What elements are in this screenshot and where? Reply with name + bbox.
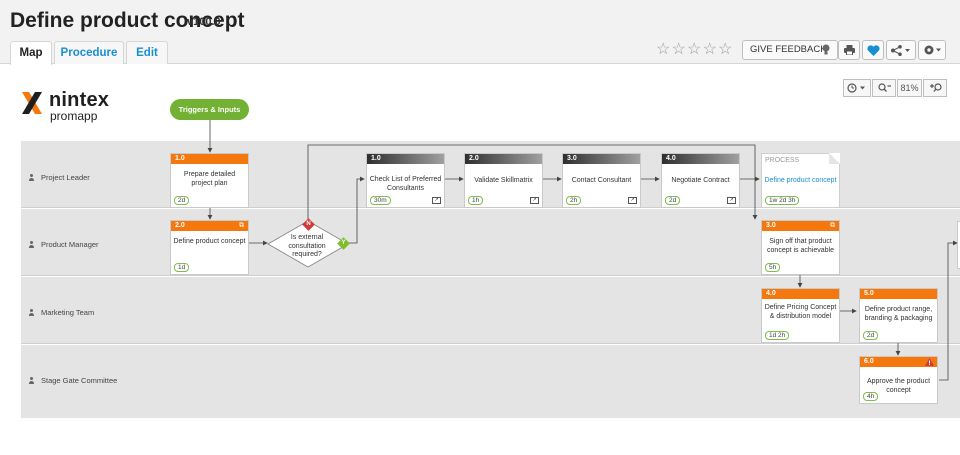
- duration-badge: 2d: [863, 331, 879, 340]
- settings-button[interactable]: [918, 40, 946, 60]
- lightbulb-icon: [822, 44, 830, 55]
- triggers-inputs-button[interactable]: Triggers & Inputs: [170, 99, 249, 120]
- activity-number: 1.0: [367, 154, 444, 164]
- tab-procedure[interactable]: Procedure: [54, 41, 124, 64]
- activity-text: Contact Consultant: [571, 177, 632, 184]
- link-icon: ↗: [432, 197, 441, 204]
- activity-number: 3.0: [762, 221, 839, 231]
- decision-yes-label: Y: [341, 240, 346, 246]
- lane-label: Marketing Team: [29, 308, 94, 317]
- tab-edit[interactable]: Edit: [126, 41, 168, 64]
- lane-label-text: Project Leader: [41, 173, 90, 182]
- activity-text: Define product concept: [173, 238, 246, 245]
- activity-prepare-project-plan[interactable]: 1.0 Prepare detailed project plan 2d: [170, 153, 249, 208]
- zoom-out-icon: [878, 83, 891, 92]
- activity-validate-skillmatrix[interactable]: 2.0 Validate Skillmatrix 1h ↗: [464, 153, 543, 208]
- print-icon: [844, 45, 855, 55]
- link-icon: ↗: [628, 197, 637, 204]
- page-header: Define product concept v100.0 Map Proced…: [0, 0, 960, 65]
- link-icon: ↗: [727, 197, 736, 204]
- star-icon[interactable]: ☆: [687, 42, 701, 58]
- process-label: PROCESS: [765, 157, 800, 164]
- decision-text: Is external consultation required?: [288, 234, 326, 258]
- zoom-out-button[interactable]: [872, 79, 896, 97]
- zoom-in-icon: [930, 83, 942, 92]
- activity-text: Negotiate Contract: [671, 177, 730, 184]
- duration-badge: 5h: [765, 263, 781, 272]
- link-icon: ↗: [530, 197, 539, 204]
- give-feedback-label: GIVE FEEDBACK: [750, 44, 827, 55]
- lane-label-text: Stage Gate Committee: [41, 376, 118, 385]
- users-icon: [29, 241, 38, 248]
- favourite-button[interactable]: [862, 40, 884, 60]
- activity-text: Define Pricing Concept & distribution mo…: [764, 304, 837, 320]
- warning-icon: [925, 358, 934, 366]
- lane-label: Product Manager: [29, 240, 99, 249]
- history-button[interactable]: [843, 79, 871, 97]
- attachment-icon: ⧉: [830, 222, 835, 229]
- star-icon[interactable]: ☆: [672, 42, 686, 58]
- lane-label: Stage Gate Committee: [29, 376, 117, 385]
- heart-icon: [867, 45, 880, 56]
- attachment-icon: ⧉: [239, 222, 244, 229]
- give-feedback-button[interactable]: GIVE FEEDBACK: [742, 40, 838, 60]
- users-icon: [29, 377, 38, 384]
- zoom-in-button[interactable]: [923, 79, 947, 97]
- users-icon: [29, 174, 38, 181]
- star-icon[interactable]: ☆: [703, 42, 717, 58]
- activity-number: 2.0: [171, 221, 248, 231]
- duration-badge: 30m: [370, 196, 391, 205]
- process-link-text: Define product concept: [764, 177, 837, 184]
- activity-text: Sign off that product concept is achieva…: [767, 238, 834, 254]
- process-map-app: Define product concept v100.0 Map Proced…: [0, 0, 960, 455]
- duration-badge: 1w 2d 3h: [765, 196, 800, 205]
- clock-icon: [847, 83, 865, 93]
- activity-number: 3.0: [563, 154, 640, 164]
- gear-icon: [924, 45, 941, 55]
- activity-number: 2.0: [465, 154, 542, 164]
- lane-label-text: Marketing Team: [41, 308, 95, 317]
- version-label: v100.0: [187, 16, 221, 28]
- activity-contact-consultant[interactable]: 3.0 Contact Consultant 2h ↗: [562, 153, 641, 208]
- lane-stage-gate-committee: Stage Gate Committee: [21, 345, 960, 418]
- duration-badge: 1d 2h: [765, 331, 790, 340]
- duration-badge: 2d: [174, 196, 190, 205]
- activity-sign-off-concept[interactable]: 3.0 ⧉ Sign off that product concept is a…: [761, 220, 840, 275]
- page-fold: [829, 153, 840, 164]
- activity-text: Validate Skillmatrix: [474, 177, 533, 184]
- duration-badge: 1d: [174, 263, 190, 272]
- print-button[interactable]: [838, 40, 860, 60]
- activity-negotiate-contract[interactable]: 4.0 Negotiate Contract 2d ↗: [661, 153, 740, 208]
- decision-no-label: N: [306, 221, 311, 227]
- zoom-level: 81%: [897, 79, 922, 97]
- process-link-define-product-concept[interactable]: PROCESS Define product concept 1w 2d 3h: [761, 153, 840, 208]
- duration-badge: 2h: [566, 196, 582, 205]
- activity-text: Define product range, branding & packagi…: [864, 306, 933, 322]
- activity-approve-concept[interactable]: 6.0 Approve the product concept 4h: [859, 356, 938, 404]
- activity-text: Prepare detailed project plan: [183, 171, 236, 187]
- share-icon: [891, 45, 910, 56]
- duration-badge: 4h: [863, 392, 879, 401]
- duration-badge: 1h: [468, 196, 484, 205]
- activity-text: Check List of Preferred Consultants: [369, 176, 442, 192]
- activity-define-product-concept[interactable]: 2.0 ⧉ Define product concept 1d: [170, 220, 249, 275]
- star-icon[interactable]: ☆: [656, 42, 670, 58]
- activity-number: 4.0: [762, 289, 839, 299]
- star-icon[interactable]: ☆: [718, 42, 732, 58]
- tab-map[interactable]: Map: [10, 41, 52, 65]
- nintex-logo-icon: [22, 92, 42, 114]
- activity-check-consultants[interactable]: 1.0 Check List of Preferred Consultants …: [366, 153, 445, 208]
- lane-label-text: Product Manager: [41, 240, 99, 249]
- users-icon: [29, 309, 38, 316]
- lane-label: Project Leader: [29, 173, 90, 182]
- activity-define-pricing-concept[interactable]: 4.0 Define Pricing Concept & distributio…: [761, 288, 840, 343]
- rating-stars: ☆☆☆☆☆: [656, 41, 734, 58]
- activity-define-product-range[interactable]: 5.0 Define product range, branding & pac…: [859, 288, 938, 343]
- activity-number: 4.0: [662, 154, 739, 164]
- duration-badge: 2d: [665, 196, 681, 205]
- activity-number: 1.0: [171, 154, 248, 164]
- activity-number: 5.0: [860, 289, 937, 299]
- logo-product: promapp: [50, 109, 98, 123]
- share-button[interactable]: [886, 40, 916, 60]
